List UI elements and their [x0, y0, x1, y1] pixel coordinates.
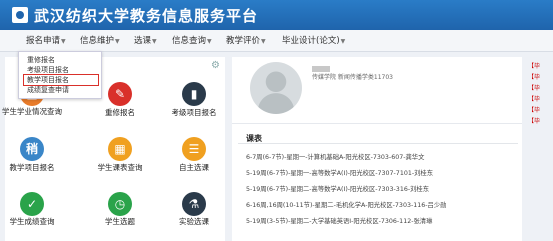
tile-label[interactable]: 教学项目报名 [2, 162, 62, 173]
timetable-row: 5-19周(6-7节)-星期一-高等数学A(Ⅰ)-阳光校区-7307-7101-… [246, 170, 434, 177]
tile-label[interactable]: 学生成绩查询 [2, 216, 62, 227]
main-nav: 报名申请▼ 信息维护▼ 选课▼ 信息查询▼ 教学评价▼ 毕业设计(论文)▼ [0, 30, 553, 52]
profile-info: 传媒学院 新闻传播学类11703 [312, 74, 393, 81]
header-bar: 武汉纺织大学教务信息服务平台 [0, 0, 553, 30]
registration-dropdown-menu: 重修报名 考级项目报名 教学项目报名 成绩复查申请 [18, 51, 102, 99]
tile-label[interactable]: 重修报名 [90, 107, 150, 118]
chevron-down-icon: ▼ [340, 38, 346, 45]
timetable-row: 5-19周(3-5节)-星期二-大学基础英语Ⅰ-阳光校区-7306-112-张清… [246, 218, 433, 225]
nav-item-registration[interactable]: 报名申请▼ [26, 34, 66, 46]
notice-link[interactable]: 【毕 [528, 61, 553, 69]
timetable-row: 6-16周,16周(10-11节)-星期二-毛机化学A-阳光校区-7303-11… [246, 202, 447, 209]
gear-icon[interactable]: ⚙ [211, 61, 221, 71]
tile-label[interactable]: 自主选课 [162, 162, 226, 173]
tile-label[interactable]: 学生学业情况查询 [2, 107, 62, 116]
lab-icon[interactable]: ⚗ [182, 192, 206, 216]
timetable-row: 5-19周(6-7节)-星期二-高等数学A(Ⅰ)-阳光校区-7303-316-刘… [246, 186, 429, 193]
notice-link[interactable]: 【毕 [528, 94, 553, 102]
chevron-down-icon: ▼ [261, 38, 266, 45]
tile-label[interactable]: 实验选课 [162, 216, 226, 227]
chevron-down-icon: ▼ [115, 38, 120, 45]
course-select-icon[interactable]: ☰ [182, 137, 206, 161]
chevron-down-icon: ▼ [61, 38, 66, 45]
site-title: 武汉纺织大学教务信息服务平台 [34, 7, 259, 25]
retake-icon[interactable]: ✎ [108, 82, 132, 106]
nav-item-info-query[interactable]: 信息查询▼ [172, 34, 212, 46]
nav-item-info-maintenance[interactable]: 信息维护▼ [80, 34, 120, 46]
schedule-icon[interactable]: ▦ [108, 137, 132, 161]
notice-link[interactable]: 【毕 [528, 83, 553, 91]
chevron-down-icon: ▼ [152, 38, 157, 45]
notice-link[interactable]: 【毕 [528, 72, 553, 80]
book-icon[interactable]: ▮ [182, 82, 206, 106]
topic-icon[interactable]: ◷ [108, 192, 132, 216]
tile-label[interactable]: 学生选题 [90, 216, 150, 227]
university-logo [12, 7, 28, 23]
divider [238, 143, 518, 144]
chevron-down-icon: ▼ [207, 38, 212, 45]
tile-label[interactable]: 考级项目报名 [162, 107, 226, 118]
avatar [250, 62, 302, 114]
grades-icon[interactable]: ✓ [20, 192, 44, 216]
dropdown-item-retake[interactable]: 重修报名 [27, 55, 55, 65]
dropdown-item-grade-review[interactable]: 成绩复查申请 [27, 85, 69, 95]
timetable-row: 6-7周(6-7节)-星期一-计算机基础A-阳光校区-7303-607-龚华文 [246, 154, 425, 161]
nav-item-graduation-design[interactable]: 毕业设计(论文)▼ [282, 34, 345, 46]
notice-link[interactable]: 【毕 [528, 105, 553, 113]
register-icon[interactable]: 稍 [20, 137, 44, 161]
selection-highlight [23, 74, 99, 86]
nav-item-course-selection[interactable]: 选课▼ [134, 34, 157, 46]
tile-label[interactable]: 学生课表查询 [90, 162, 150, 173]
nav-item-teaching-evaluation[interactable]: 教学评价▼ [226, 34, 266, 46]
notice-link[interactable]: 【毕 [528, 116, 553, 124]
